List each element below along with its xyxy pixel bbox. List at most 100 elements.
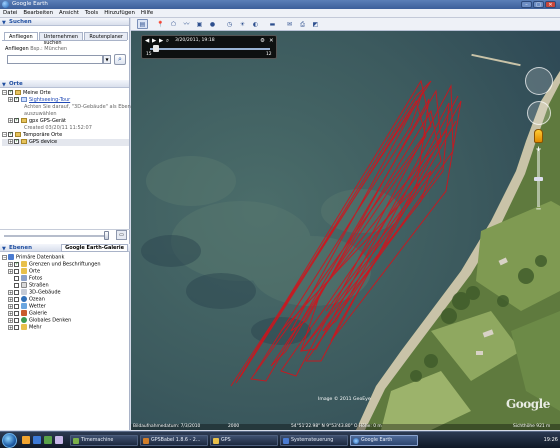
earth-map-view[interactable]: Image © 2011 GeoEye Google + − Bildaufna… [131,31,560,430]
taskbar-item[interactable]: GPSBabel 1.8.6 - 2… [140,435,208,446]
opacity-slider-track[interactable] [4,235,104,237]
checkbox[interactable] [14,268,19,274]
layer-item[interactable]: + Mehr [2,324,130,331]
expand-icon[interactable]: + [8,303,13,309]
close-button[interactable]: ✕ [545,1,556,8]
layer-item[interactable]: Straßen [2,282,130,289]
taskbar-item[interactable]: Timemachine [70,435,138,446]
menu-view[interactable]: Ansicht [59,9,79,17]
checkbox[interactable] [14,261,19,268]
opacity-slider-knob[interactable] [104,231,109,240]
expand-icon[interactable]: − [2,90,7,95]
quicklaunch-icon[interactable] [55,436,63,444]
layer-item[interactable]: + Wetter [2,303,130,310]
expand-icon[interactable]: + [8,324,13,330]
tree-item-my-places[interactable]: −Meine Orte [2,89,129,97]
zoom-out-button[interactable]: − [533,205,544,213]
taskbar-item-active[interactable]: Google Earth [350,435,418,446]
look-joystick-icon[interactable] [525,67,553,95]
tree-item-gps-device-temp[interactable]: +GPS device [2,138,129,146]
clock[interactable]: 19:26 [544,437,558,443]
expand-icon[interactable]: − [2,132,7,137]
checkbox[interactable] [14,282,19,288]
email-icon[interactable]: ✉ [284,19,295,29]
menu-help[interactable]: Hilfe [141,9,153,17]
places-panel-header[interactable]: ▼ Orte [0,80,129,88]
record-tour-icon[interactable]: ● [207,19,218,29]
expand-icon[interactable]: + [8,139,13,144]
play-icon[interactable]: ▶ [152,38,158,44]
layers-panel-header[interactable]: ▼ Ebenen Google Earth-Galerie [0,244,130,252]
expand-icon[interactable]: + [8,97,13,102]
imagery-year[interactable]: 2000 [228,424,239,430]
forward-icon[interactable]: ▶ [159,38,165,44]
search-panel-header[interactable]: ▼ Suchen [0,18,129,26]
layer-item[interactable]: + Orte [2,268,130,275]
expand-icon[interactable]: + [8,289,13,295]
minimize-button[interactable]: – [521,1,532,8]
layer-item[interactable]: Fotos [2,275,130,282]
rewind-icon[interactable]: ◀ [145,38,151,44]
image-overlay-icon[interactable]: ▣ [194,19,205,29]
expand-icon[interactable]: + [8,317,13,323]
tree-item-gps-device[interactable]: +gpx GPS-Gerät [2,117,129,125]
tab-earth-gallery[interactable]: Google Earth-Galerie [61,244,128,252]
layer-item[interactable]: +Grenzen und Beschriftungen [2,261,130,268]
add-placemark-icon[interactable]: 📍 [155,19,166,29]
taskbar-item[interactable]: GPS [210,435,278,446]
settings-icon[interactable]: ⚙ [260,38,266,44]
checkbox[interactable] [14,324,19,330]
taskbar-item[interactable]: Systemsteuerung [280,435,348,446]
layer-item[interactable]: + Ozean [2,296,130,303]
expand-icon[interactable]: + [8,268,13,274]
layer-item[interactable]: + Galerie [2,310,130,317]
menu-edit[interactable]: Bearbeiten [23,9,53,17]
expand-icon[interactable]: − [2,254,7,260]
tab-fly-to[interactable]: Anfliegen [4,32,38,40]
expand-icon[interactable]: + [8,296,13,302]
historical-imagery-icon[interactable]: ◷ [224,19,235,29]
search-input[interactable] [7,55,103,64]
checkbox[interactable] [14,117,19,124]
start-button[interactable] [2,433,17,448]
print-icon[interactable]: ⎙ [297,19,308,29]
move-joystick-icon[interactable] [527,101,551,125]
checkbox[interactable] [14,289,19,295]
menu-add[interactable]: Hinzufügen [104,9,135,17]
checkbox[interactable] [14,275,19,281]
search-history-dropdown[interactable]: ▼ [103,55,111,64]
sunlight-icon[interactable]: ☀ [237,19,248,29]
search-icon[interactable]: ⌕ [114,54,126,65]
tab-directions[interactable]: Routenplaner [84,32,128,40]
checkbox[interactable] [14,138,19,145]
zoom-slider-knob[interactable] [534,177,543,181]
maximize-button[interactable]: □ [533,1,544,8]
tour-timeline[interactable] [150,48,270,50]
checkbox[interactable] [8,89,13,96]
expand-icon[interactable]: + [8,310,13,316]
tab-business-search[interactable]: Unternehmen suchen [38,32,84,46]
checkbox[interactable] [14,317,19,323]
menu-file[interactable]: Datei [3,9,17,17]
checkbox[interactable] [14,310,19,316]
checkbox[interactable] [14,96,19,103]
tour-timeline-knob[interactable] [153,45,159,52]
checkbox[interactable] [8,131,13,138]
layer-item[interactable]: +3D-Gebäude [2,289,130,296]
checkbox[interactable] [14,303,19,309]
google-maps-icon[interactable]: ◩ [310,19,321,29]
expand-icon[interactable]: + [8,261,13,267]
close-icon[interactable]: ✕ [269,38,275,44]
expand-icon[interactable]: + [8,118,13,123]
quicklaunch-icon[interactable] [22,436,30,444]
layer-item[interactable]: − Primäre Datenbank [2,254,130,261]
tree-item-sightseeing-tour[interactable]: +Sightseeing-Tour [2,96,129,104]
ruler-icon[interactable]: ▬ [267,19,278,29]
tree-item-temporary-places[interactable]: −Temporäre Orte [2,131,129,139]
menu-tools[interactable]: Tools [85,9,98,17]
play-tour-button[interactable]: ▭ [116,230,127,240]
street-view-pegman-icon[interactable] [534,129,543,143]
add-polygon-icon[interactable]: ⬠ [168,19,179,29]
zoom-icon[interactable]: ⌕ [166,38,172,44]
add-path-icon[interactable]: 〰 [181,19,192,29]
